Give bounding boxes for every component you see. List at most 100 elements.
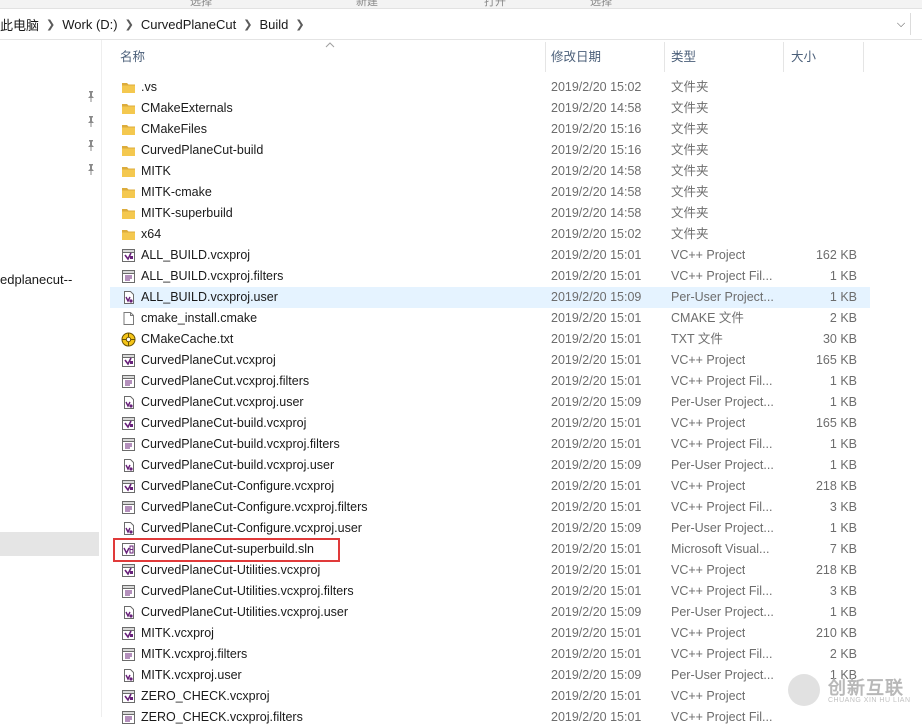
- file-row[interactable]: MITK.vcxproj.filters 2019/2/20 15:01 VC++ …: [110, 644, 870, 665]
- file-name: MITK.vcxproj.filters: [141, 647, 248, 661]
- file-row[interactable]: .vs 2019/2/20 15:02 文件夹: [110, 77, 870, 98]
- file-row[interactable]: ALL_BUILD.vcxproj.filters 2019/2/20 15:01…: [110, 266, 870, 287]
- file-row[interactable]: CMakeExternals 2019/2/20 14:58 文件夹: [110, 98, 870, 119]
- file-row[interactable]: CurvedPlaneCut-build.vcxproj.user 2019/2/…: [110, 455, 870, 476]
- file-size: 1 KB: [829, 395, 857, 409]
- filters-file-icon: [121, 647, 136, 662]
- file-row[interactable]: CurvedPlaneCut-superbuild.sln 2019/2/20 1…: [110, 539, 870, 560]
- file-row[interactable]: CurvedPlaneCut-build 2019/2/20 15:16 文件夹: [110, 140, 870, 161]
- file-size: 2 KB: [829, 311, 857, 325]
- file-row[interactable]: MITK 2019/2/20 14:58 文件夹: [110, 161, 870, 182]
- file-row[interactable]: MITK.vcxproj 2019/2/20 15:01 VC++ Project 2…: [110, 623, 870, 644]
- vcxproj-icon: [121, 689, 136, 704]
- refresh-button[interactable]: [910, 13, 922, 35]
- file-row[interactable]: CurvedPlaneCut-Configure.vcxproj.user 201…: [110, 518, 870, 539]
- file-type: VC++ Project: [671, 689, 746, 703]
- pin-icon[interactable]: [86, 90, 96, 102]
- user-file-icon: [121, 458, 136, 473]
- file-row[interactable]: CurvedPlaneCut.vcxproj.filters 2019/2/20 …: [110, 371, 870, 392]
- column-divider[interactable]: [783, 42, 784, 72]
- file-row[interactable]: CurvedPlaneCut-Configure.vcxproj.filters…: [110, 497, 870, 518]
- file-row[interactable]: CurvedPlaneCut-Utilities.vcxproj.filters…: [110, 581, 870, 602]
- file-row[interactable]: MITK.vcxproj.user 2019/2/20 15:09 Per-User…: [110, 665, 870, 686]
- column-divider[interactable]: [664, 42, 665, 72]
- file-type: VC++ Project: [671, 353, 746, 367]
- chevron-down-icon[interactable]: ⌵: [895, 18, 907, 30]
- file-size: 1 KB: [829, 437, 857, 451]
- file-row[interactable]: ZERO_CHECK.vcxproj 2019/2/20 15:01 VC++ Pr…: [110, 686, 870, 707]
- file-type: 文件夹: [671, 101, 709, 115]
- pin-icon[interactable]: [86, 163, 96, 175]
- file-row[interactable]: CurvedPlaneCut-build.vcxproj.filters 2019…: [110, 434, 870, 455]
- ribbon-label[interactable]: 选择: [190, 0, 212, 9]
- file-date-modified: 2019/2/20 15:09: [551, 521, 642, 535]
- file-type: VC++ Project: [671, 626, 746, 640]
- file-row[interactable]: cmake_install.cmake 2019/2/20 15:01 CMAKE …: [110, 308, 870, 329]
- ribbon-label[interactable]: 新建: [356, 0, 378, 9]
- file-size: 30 KB: [822, 332, 857, 346]
- column-header-name[interactable]: 名称: [120, 40, 145, 74]
- folder-icon: [121, 122, 136, 137]
- breadcrumb-curvedplanecut[interactable]: CurvedPlaneCut: [138, 17, 239, 32]
- file-type: 文件夹: [671, 227, 709, 241]
- file-row[interactable]: CurvedPlaneCut.vcxproj.user 2019/2/20 15:…: [110, 392, 870, 413]
- file-row[interactable]: ZERO_CHECK.vcxproj.filters 2019/2/20 15:0…: [110, 707, 870, 728]
- filters-file-icon: [121, 437, 136, 452]
- file-date-modified: 2019/2/20 15:09: [551, 290, 642, 304]
- file-row[interactable]: x64 2019/2/20 15:02 文件夹: [110, 224, 870, 245]
- file-type: VC++ Project Fil...: [671, 584, 773, 598]
- ribbon-label[interactable]: 打开: [484, 0, 506, 9]
- filters-file-icon: [121, 374, 136, 389]
- file-row[interactable]: MITK-superbuild 2019/2/20 14:58 文件夹: [110, 203, 870, 224]
- column-divider[interactable]: [863, 42, 864, 72]
- file-type: 文件夹: [671, 80, 709, 94]
- file-name: ALL_BUILD.vcxproj.user: [141, 290, 278, 304]
- file-row[interactable]: MITK-cmake 2019/2/20 14:58 文件夹: [110, 182, 870, 203]
- breadcrumb-work-drive[interactable]: Work (D:): [59, 17, 120, 32]
- file-name: CurvedPlaneCut-build.vcxproj.filters: [141, 437, 340, 451]
- vcxproj-icon: [121, 626, 136, 641]
- vcxproj-icon: [121, 416, 136, 431]
- address-bar[interactable]: 此电脑 ❯ Work (D:) ❯ CurvedPlaneCut ❯ Build…: [0, 9, 922, 40]
- file-row[interactable]: CurvedPlaneCut-build.vcxproj 2019/2/20 15…: [110, 413, 870, 434]
- file-name: CurvedPlaneCut-Utilities.vcxproj: [141, 563, 321, 577]
- column-header-size[interactable]: 大小: [791, 40, 816, 74]
- column-divider[interactable]: [545, 42, 546, 72]
- file-row[interactable]: ALL_BUILD.vcxproj.user 2019/2/20 15:09 Per…: [110, 287, 870, 308]
- ribbon-label[interactable]: 选择: [590, 0, 612, 9]
- file-date-modified: 2019/2/20 15:02: [551, 227, 642, 241]
- file-row[interactable]: CurvedPlaneCut.vcxproj 2019/2/20 15:01 VC+…: [110, 350, 870, 371]
- file-size: 218 KB: [815, 563, 857, 577]
- file-row[interactable]: CMakeCache.txt 2019/2/20 15:01 TXT 文件 30 KB: [110, 329, 870, 350]
- pane-divider[interactable]: [101, 40, 102, 717]
- chevron-right-icon[interactable]: ❯: [239, 18, 256, 31]
- file-row[interactable]: CurvedPlaneCut-Utilities.vcxproj.user 201…: [110, 602, 870, 623]
- chevron-right-icon[interactable]: ❯: [121, 18, 138, 31]
- pin-icon[interactable]: [86, 139, 96, 151]
- file-row[interactable]: CurvedPlaneCut-Utilities.vcxproj 2019/2/2…: [110, 560, 870, 581]
- file-row[interactable]: CurvedPlaneCut-Configure.vcxproj 2019/2/2…: [110, 476, 870, 497]
- file-row[interactable]: ALL_BUILD.vcxproj 2019/2/20 15:01 VC++ Pro…: [110, 245, 870, 266]
- breadcrumb-build[interactable]: Build: [256, 17, 291, 32]
- breadcrumb-this-pc[interactable]: 此电脑: [0, 15, 42, 34]
- chevron-right-icon[interactable]: ❯: [42, 18, 59, 31]
- pin-icon[interactable]: [86, 115, 96, 127]
- file-type: Per-User Project...: [671, 290, 774, 304]
- column-header-type[interactable]: 类型: [671, 40, 696, 74]
- nav-item-partial[interactable]: edplanecut--: [0, 272, 72, 287]
- file-type: TXT 文件: [671, 332, 723, 346]
- user-file-icon: [121, 290, 136, 305]
- file-name: CurvedPlaneCut.vcxproj: [141, 353, 276, 367]
- file-date-modified: 2019/2/20 14:58: [551, 164, 642, 178]
- file-type: VC++ Project: [671, 248, 746, 262]
- chevron-right-icon[interactable]: ❯: [291, 18, 308, 31]
- file-date-modified: 2019/2/20 15:09: [551, 458, 642, 472]
- nav-item-selected[interactable]: [0, 532, 99, 556]
- column-header-date[interactable]: 修改日期: [551, 40, 601, 74]
- file-date-modified: 2019/2/20 15:02: [551, 80, 642, 94]
- file-name: x64: [141, 227, 162, 241]
- file-date-modified: 2019/2/20 15:01: [551, 710, 642, 724]
- file-date-modified: 2019/2/20 15:01: [551, 584, 642, 598]
- file-row[interactable]: CMakeFiles 2019/2/20 15:16 文件夹: [110, 119, 870, 140]
- file-size: 3 KB: [829, 500, 857, 514]
